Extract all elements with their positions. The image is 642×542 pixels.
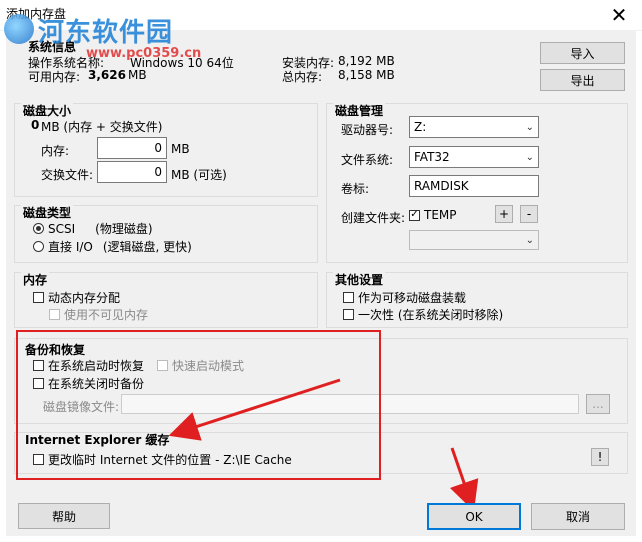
annotation-arrows xyxy=(168,378,479,512)
annotation-arrow-2 xyxy=(449,447,479,512)
help-button[interactable]: 帮助 xyxy=(18,503,110,529)
ok-button[interactable]: OK xyxy=(427,503,521,530)
cancel-button[interactable]: 取消 xyxy=(531,503,625,530)
annotation-arrow-1 xyxy=(168,378,341,441)
